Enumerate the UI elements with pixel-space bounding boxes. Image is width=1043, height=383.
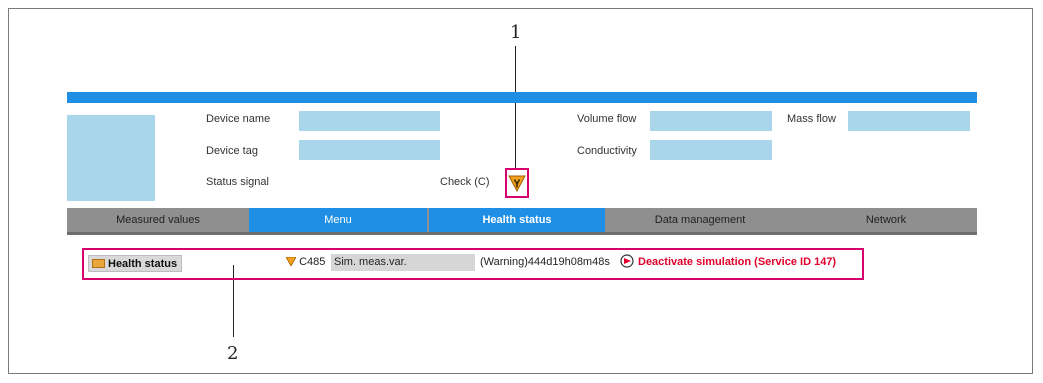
nav-data-management[interactable]: Data management bbox=[605, 208, 795, 232]
mass-flow-label: Mass flow bbox=[787, 113, 836, 125]
conductivity-label: Conductivity bbox=[577, 145, 637, 157]
diagnostic-code: C485 bbox=[285, 256, 326, 268]
nav-measured-values[interactable]: Measured values bbox=[67, 208, 249, 232]
device-name-field bbox=[299, 111, 440, 131]
health-status-button-label: Health status bbox=[108, 258, 178, 270]
device-name-label: Device name bbox=[206, 113, 271, 125]
arrow-circle-icon[interactable] bbox=[620, 254, 634, 268]
device-tag-label: Device tag bbox=[206, 145, 258, 157]
folder-icon bbox=[92, 259, 105, 268]
nav-menu[interactable]: Menu bbox=[249, 208, 427, 232]
callout-2-number: 2 bbox=[227, 343, 239, 364]
header-accent-bar bbox=[67, 92, 977, 103]
main-nav-bar: Measured values Menu Health status Data … bbox=[67, 208, 977, 235]
status-signal-label: Status signal bbox=[206, 176, 269, 188]
nav-network[interactable]: Network bbox=[795, 208, 977, 232]
diagnostic-code-text: C485 bbox=[299, 256, 326, 268]
check-function-icon[interactable] bbox=[505, 168, 529, 198]
nav-health-status[interactable]: Health status bbox=[429, 208, 605, 232]
device-tag-field bbox=[299, 140, 440, 160]
callout-1-line bbox=[515, 46, 516, 168]
conductivity-field bbox=[650, 140, 772, 160]
callout-1-number: 1 bbox=[510, 22, 522, 43]
check-label: Check (C) bbox=[440, 176, 490, 188]
device-image-placeholder bbox=[67, 115, 155, 201]
volume-flow-label: Volume flow bbox=[577, 113, 637, 125]
deactivate-simulation-link[interactable]: Deactivate simulation (Service ID 147) bbox=[638, 256, 836, 268]
check-function-wrench-icon bbox=[508, 175, 526, 192]
warning-duration: (Warning)444d19h08m48s bbox=[480, 256, 610, 268]
diagnostic-message: Sim. meas.var. bbox=[331, 254, 475, 271]
warning-triangle-icon bbox=[285, 256, 297, 267]
mass-flow-field bbox=[848, 111, 970, 131]
volume-flow-field bbox=[650, 111, 772, 131]
health-status-button[interactable]: Health status bbox=[88, 255, 182, 272]
